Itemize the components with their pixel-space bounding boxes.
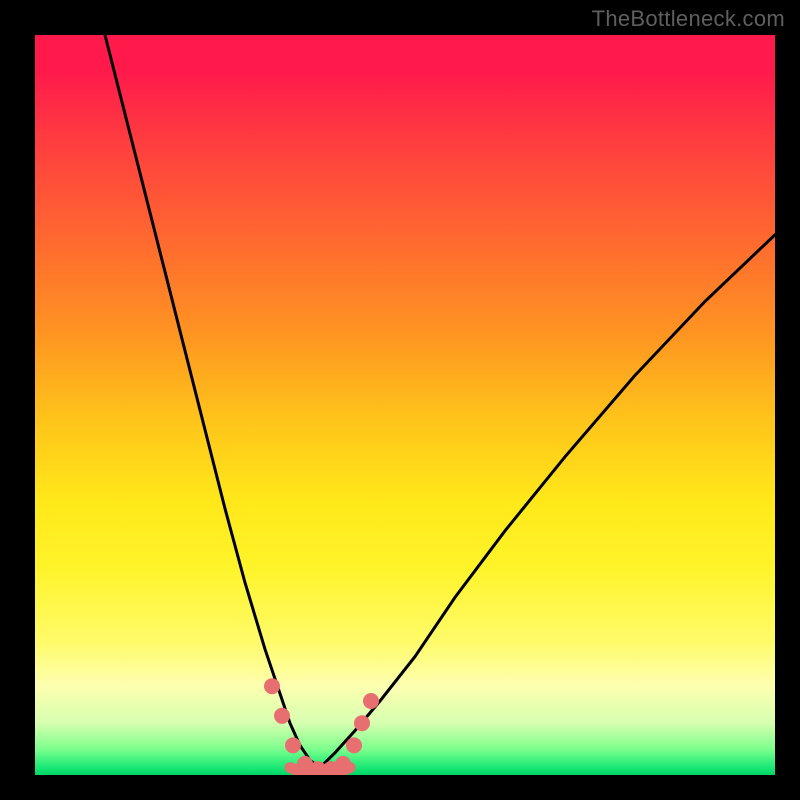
valley-marker-dot bbox=[335, 756, 351, 772]
chart-frame: TheBottleneck.com bbox=[0, 0, 800, 800]
plot-area bbox=[35, 35, 775, 775]
valley-marker-dot bbox=[264, 678, 280, 694]
valley-marker-dot bbox=[285, 737, 301, 753]
left-branch-curve bbox=[105, 35, 320, 768]
valley-marker-dot bbox=[274, 708, 290, 724]
right-branch-curve bbox=[320, 235, 775, 768]
watermark-text: TheBottleneck.com bbox=[592, 6, 785, 32]
valley-marker-dot bbox=[346, 737, 362, 753]
curve-group bbox=[105, 35, 775, 775]
bottleneck-curves-svg bbox=[35, 35, 775, 775]
valley-marker-dot bbox=[354, 715, 370, 731]
valley-marker-dot bbox=[363, 693, 379, 709]
